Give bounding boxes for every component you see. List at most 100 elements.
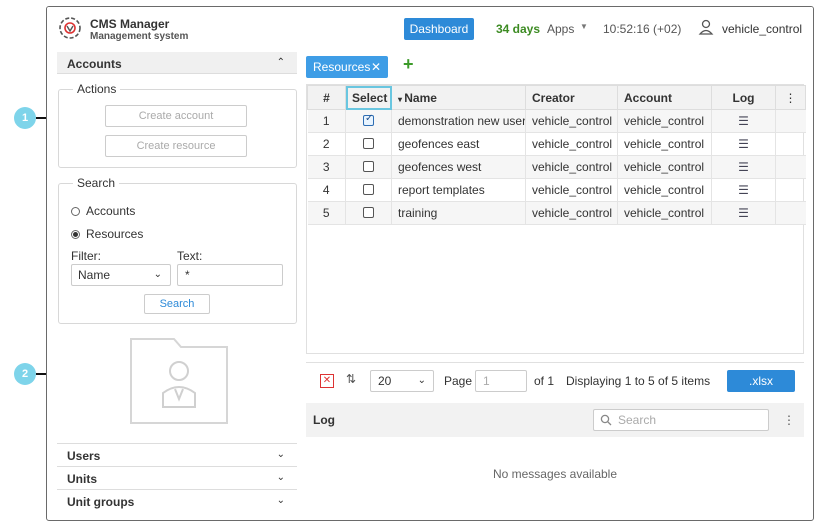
row-select[interactable] <box>345 132 392 156</box>
chevron-down-icon: ⌄ <box>417 375 426 386</box>
row-log[interactable]: ☰ <box>711 178 776 202</box>
radio-checked-icon[interactable] <box>71 230 80 239</box>
row-log[interactable]: ☰ <box>711 109 776 133</box>
user-name[interactable]: vehicle_control <box>722 22 802 36</box>
sort-arrows-icon[interactable]: ⇅ <box>346 372 356 386</box>
app-title: CMS Manager <box>90 17 170 31</box>
radio-accounts[interactable]: Accounts <box>71 204 135 218</box>
log-list-icon[interactable]: ☰ <box>738 137 749 151</box>
table-row[interactable]: 4 report templates vehicle_control vehicle_… <box>307 178 806 202</box>
row-spacer <box>775 155 806 179</box>
radio-resources[interactable]: Resources <box>71 227 143 241</box>
log-list-icon[interactable]: ☰ <box>738 206 749 220</box>
page-size-select[interactable]: 20 ⌄ <box>370 370 434 392</box>
page-of-label: of 1 <box>534 374 555 388</box>
days-remaining: 34 days <box>496 22 541 36</box>
table-row[interactable]: 5 training vehicle_control vehicle_control ☰ <box>307 201 806 225</box>
col-name[interactable]: ▾ Name <box>391 85 526 110</box>
col-select[interactable]: Select <box>345 85 392 110</box>
row-account: vehicle_control <box>617 178 712 202</box>
log-list-icon[interactable]: ☰ <box>738 114 749 128</box>
chevron-down-icon[interactable]: ▼ <box>580 22 588 31</box>
deselect-all-icon[interactable]: ✕ <box>320 374 334 388</box>
units-section[interactable]: Units ⌄ <box>57 466 297 489</box>
row-select[interactable] <box>345 178 392 202</box>
search-button[interactable]: Search <box>144 294 210 314</box>
filter-select-value: Name <box>78 268 111 282</box>
pagination-bar: ✕ ⇅ 20 ⌄ Page 1 of 1 Displaying 1 to 5 o… <box>306 362 804 394</box>
row-log[interactable]: ☰ <box>711 132 776 156</box>
apps-menu[interactable]: Apps <box>547 22 574 36</box>
col-creator[interactable]: Creator <box>525 85 618 110</box>
table-header-row: # Select ▾ Name Creator Account Log ⋮ <box>307 85 806 110</box>
row-number: 1 <box>307 109 346 133</box>
col-log[interactable]: Log <box>711 85 776 110</box>
row-spacer <box>775 178 806 202</box>
table-row[interactable]: 1demonstration new usersvehicle_controlv… <box>307 109 806 133</box>
logo-icon <box>59 17 81 39</box>
row-name[interactable]: geofences east <box>391 132 526 156</box>
export-xlsx-button[interactable]: .xlsx <box>727 370 795 392</box>
unit-groups-section[interactable]: Unit groups ⌄ <box>57 489 297 512</box>
row-name[interactable]: training <box>391 201 526 225</box>
avatar-placeholder-icon <box>130 338 228 424</box>
checkbox-icon[interactable] <box>363 138 374 149</box>
accounts-section-header[interactable]: Accounts ⌃ <box>57 52 297 74</box>
col-name-label: Name <box>404 90 437 105</box>
unit-groups-title: Unit groups <box>67 495 135 509</box>
log-list-icon[interactable]: ☰ <box>738 183 749 197</box>
log-list-icon[interactable]: ☰ <box>738 160 749 174</box>
row-log[interactable]: ☰ <box>711 155 776 179</box>
left-panel: Accounts ⌃ Actions Create account Create… <box>57 52 297 517</box>
row-select[interactable] <box>345 109 392 133</box>
resources-table: # Select ▾ Name Creator Account Log ⋮ 1 d… <box>307 85 806 225</box>
checkbox-checked-icon[interactable] <box>363 113 374 126</box>
add-tab-icon[interactable]: + <box>403 54 414 75</box>
table-row[interactable]: 3 geofences west vehicle_control vehicle_co… <box>307 155 806 179</box>
col-account[interactable]: Account <box>617 85 712 110</box>
clock: 10:52:16 (+02) <box>603 22 682 36</box>
checkbox-icon[interactable] <box>363 161 374 172</box>
tab-resources[interactable]: Resources ✕ <box>306 56 388 78</box>
row-spacer <box>775 201 806 225</box>
create-resource-button[interactable]: Create resource <box>105 135 247 157</box>
row-name[interactable]: geofences west <box>391 155 526 179</box>
filter-select[interactable]: Name ⌄ <box>71 264 171 286</box>
log-menu-icon[interactable]: ⋮ <box>783 413 795 427</box>
displaying-info: Displaying 1 to 5 of 5 items <box>566 374 711 388</box>
chevron-down-icon[interactable]: ⌄ <box>277 495 285 506</box>
header: CMS Manager Management system Dashboard … <box>47 7 813 49</box>
row-select[interactable] <box>345 201 392 225</box>
filter-label: Filter: <box>71 249 101 263</box>
row-creator: vehicle_control <box>525 132 618 156</box>
chevron-down-icon[interactable]: ⌄ <box>277 472 285 483</box>
checkbox-icon[interactable] <box>363 207 374 218</box>
row-spacer <box>775 109 806 133</box>
dashboard-button[interactable]: Dashboard <box>404 18 474 40</box>
checkbox-icon[interactable] <box>363 184 374 195</box>
callout-1: 1 <box>14 107 36 129</box>
no-messages-text: No messages available <box>492 467 618 481</box>
close-icon[interactable]: ✕ <box>371 56 381 78</box>
row-name[interactable]: demonstration new users <box>391 109 526 133</box>
radio-icon[interactable] <box>71 207 80 216</box>
page-input[interactable]: 1 <box>475 370 527 392</box>
row-log[interactable]: ☰ <box>711 201 776 225</box>
text-input[interactable]: * <box>177 264 283 286</box>
users-section[interactable]: Users ⌄ <box>57 443 297 466</box>
chevron-up-icon[interactable]: ⌃ <box>277 57 285 68</box>
app-window: CMS Manager Management system Dashboard … <box>46 6 814 521</box>
row-select[interactable] <box>345 155 392 179</box>
row-name[interactable]: report templates <box>391 178 526 202</box>
col-number[interactable]: # <box>307 85 346 110</box>
create-account-button[interactable]: Create account <box>105 105 247 127</box>
chevron-down-icon: ⌄ <box>153 269 162 280</box>
right-panel: Resources ✕ + # Select ▾ Name Creator Ac… <box>306 52 806 520</box>
chevron-down-icon[interactable]: ⌄ <box>277 449 285 460</box>
user-icon[interactable] <box>698 18 714 36</box>
row-spacer <box>775 132 806 156</box>
row-number: 4 <box>307 178 346 202</box>
table-row[interactable]: 2 geofences east vehicle_control vehicle_co… <box>307 132 806 156</box>
log-search-input[interactable]: Search <box>593 409 769 431</box>
column-menu-icon[interactable]: ⋮ <box>775 85 806 110</box>
